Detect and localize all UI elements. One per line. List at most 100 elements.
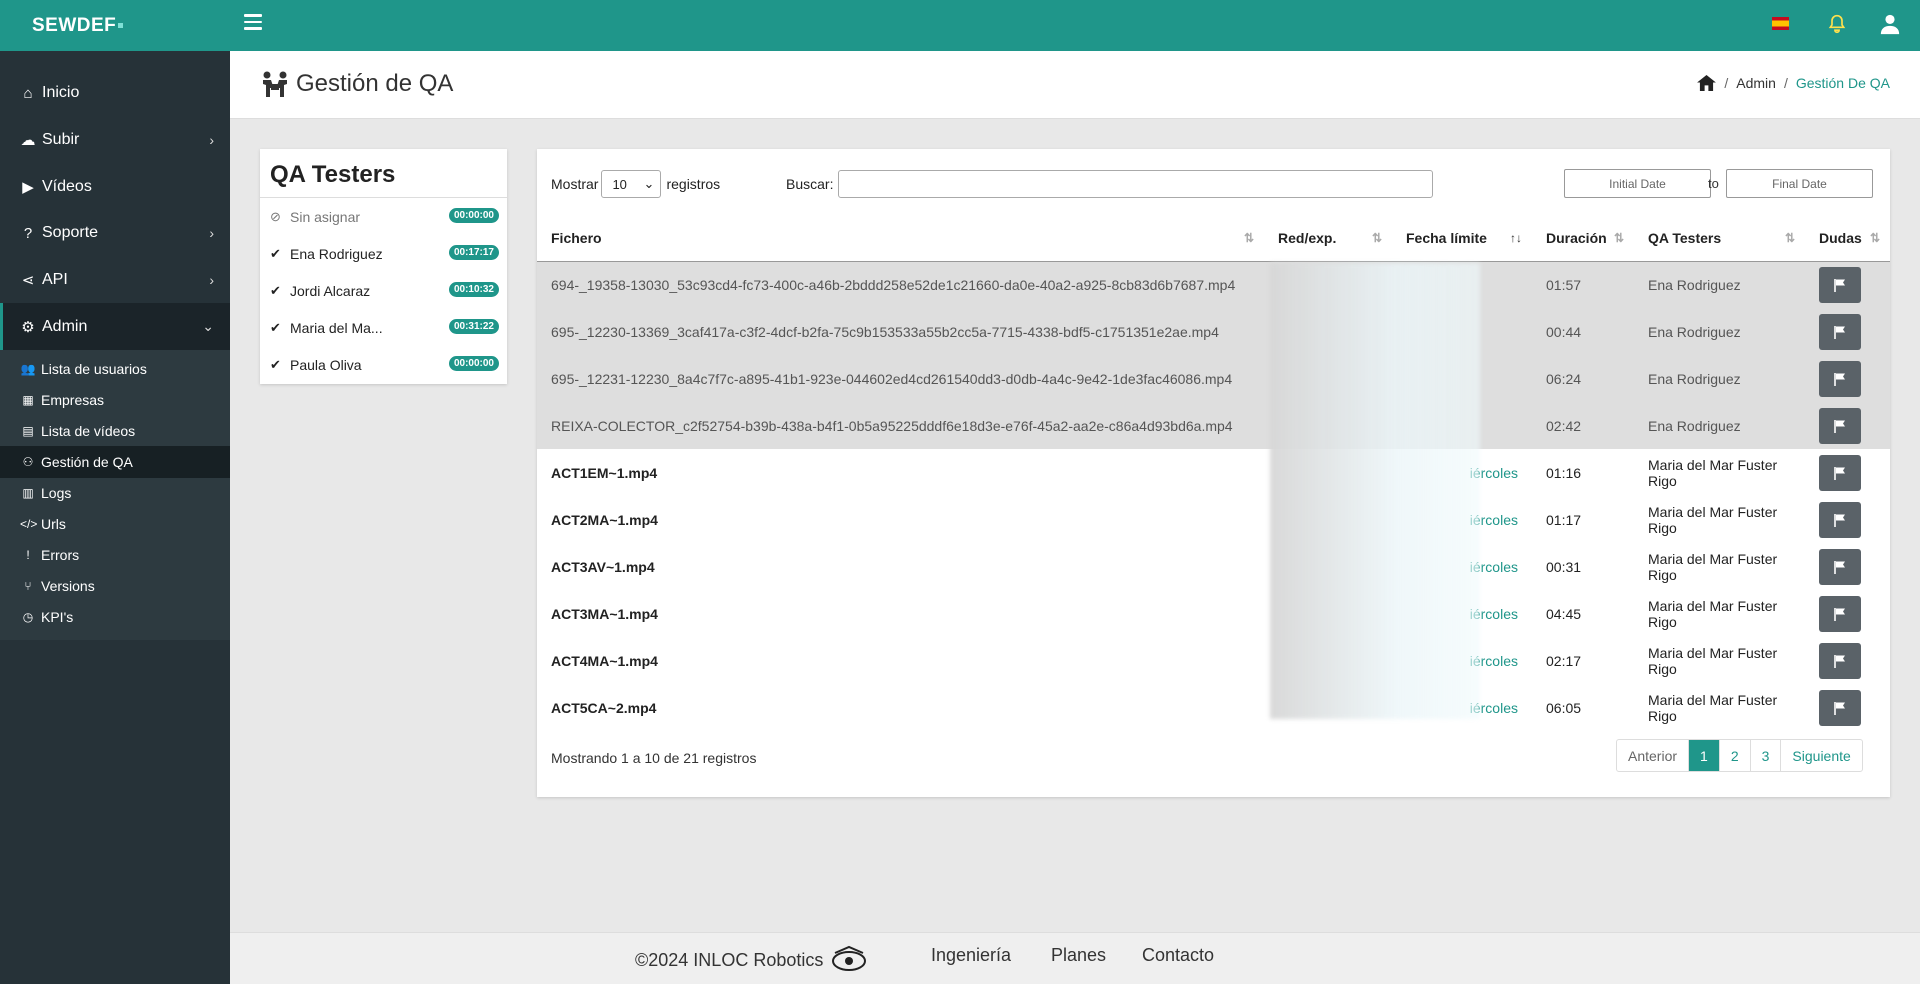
table-row[interactable]: ACT3MA~1.mp4 iércoles 04:45 Maria del Mar F… [537, 590, 1890, 637]
cell-duracion: 00:44 [1532, 308, 1634, 355]
column-header-fichero[interactable]: Fichero ⇅ [537, 215, 1264, 262]
final-date-input[interactable]: Final Date [1726, 169, 1873, 198]
sidebar-item-api[interactable]: ⋖ API › [0, 257, 230, 304]
doubt-flag-button[interactable] [1819, 266, 1861, 303]
cell-dudas [1805, 261, 1890, 308]
table-row[interactable]: ACT1EM~1.mp4 iércoles 01:16 Maria del Mar F… [537, 449, 1890, 496]
cell-duracion: 04:45 [1546, 605, 1582, 622]
table-row[interactable]: 695-_12231-12230_8a4c7f7c-a895-41b1-923e… [537, 355, 1890, 402]
qa-tester-item[interactable]: ✔ Maria del Ma... 00:31:22 [260, 309, 507, 346]
cell-duracion: 02:17 [1546, 652, 1582, 669]
breadcrumb-admin[interactable]: Admin [1736, 75, 1776, 91]
qa-tester-item[interactable]: ⊘ Sin asignar 00:00:00 [260, 198, 507, 235]
table-row[interactable]: REIXA-COLECTOR_c2f52754-b39b-438a-b4f1-0… [537, 402, 1890, 449]
footer-link-planes[interactable]: Planes [1051, 945, 1106, 966]
home-icon[interactable] [1697, 75, 1717, 91]
pagination-page-1[interactable]: 1 [1689, 740, 1720, 771]
cell-duracion: 01:16 [1546, 464, 1582, 481]
cell-duracion: 00:31 [1546, 558, 1582, 575]
sidebar-item-videos[interactable]: ▶ Vídeos [0, 163, 230, 210]
footer-link-ingenieria[interactable]: Ingeniería [931, 945, 1011, 966]
sidebar-item-admin[interactable]: ⚙ Admin ⌄ [0, 303, 230, 351]
cell-qa-tester: Maria del Mar Fuster Rigo [1648, 550, 1778, 583]
cell-fichero: 695-_12231-12230_8a4c7f7c-a895-41b1-923e… [537, 355, 1264, 402]
pagination-page-3[interactable]: 3 [1751, 740, 1782, 771]
spain-flag-icon[interactable] [1772, 17, 1789, 30]
page-size-control: Mostrar 10 ⌄ registros [551, 170, 720, 198]
subnav-item-lista-videos[interactable]: ▤ Lista de vídeos [0, 415, 230, 446]
chevron-right-icon: › [209, 225, 214, 242]
table-row[interactable]: ACT5CA~2.mp4 iércoles 06:05 Maria del Mar F… [537, 684, 1890, 731]
table-row[interactable]: ACT2MA~1.mp4 iércoles 01:17 Maria del Mar F… [537, 496, 1890, 543]
pagination: Anterior 1 2 3 Siguiente [1616, 739, 1863, 772]
table-row[interactable]: 695-_12230-13369_3caf417a-c3f2-4dcf-b2fa… [537, 308, 1890, 355]
page-size-select[interactable]: 10 ⌄ [601, 170, 662, 198]
subnav-item-usuarios[interactable]: 👥 Lista de usuarios [0, 353, 230, 384]
show-label: Mostrar [551, 176, 599, 192]
flag-icon [1834, 607, 1845, 621]
column-header-red-exp[interactable]: Red/exp. ⇅ [1264, 215, 1392, 262]
flag-icon [1834, 372, 1845, 386]
sort-icon: ⇅ [1243, 231, 1254, 245]
doubt-flag-button[interactable] [1819, 501, 1861, 538]
cell-qa-tester: Maria del Mar Fuster Rigo [1648, 691, 1778, 724]
doubt-flag-button[interactable] [1819, 548, 1861, 585]
table-row[interactable]: ACT4MA~1.mp4 iércoles 02:17 Maria del Mar F… [537, 637, 1890, 684]
subnav-item-versions[interactable]: ⑂ Versions [0, 571, 230, 602]
table-row[interactable]: ACT3AV~1.mp4 iércoles 00:31 Maria del Mar F… [537, 543, 1890, 590]
initial-date-input[interactable]: Initial Date [1564, 169, 1711, 198]
column-header-label: Fecha límite [1406, 229, 1487, 246]
qa-tester-name: Jordi Alcaraz [290, 282, 371, 299]
clock-icon: ◷ [22, 610, 34, 625]
doubt-flag-button[interactable] [1819, 360, 1861, 397]
subnav-item-label: Lista de vídeos [41, 422, 136, 439]
subnav-item-gestion-qa[interactable]: ⚇ Gestión de QA [0, 446, 230, 478]
sidebar-item-subir[interactable]: ☁ Subir › [0, 117, 230, 164]
doubt-flag-button[interactable] [1819, 407, 1861, 444]
table-info: Mostrando 1 a 10 de 21 registros [551, 750, 757, 766]
user-icon[interactable] [1879, 13, 1901, 35]
subnav-item-kpis[interactable]: ◷ KPI's [0, 602, 230, 633]
qa-tester-name: Maria del Ma... [290, 319, 383, 336]
breadcrumb-current: Gestión De QA [1795, 75, 1890, 91]
breadcrumb: / Admin / Gestión De QA [1697, 75, 1890, 91]
column-header-fecha-limite[interactable]: Fecha límite ↑↓ [1392, 215, 1532, 262]
subnav-item-empresas[interactable]: ▦ Empresas [0, 384, 230, 415]
qa-tester-item[interactable]: ✔ Jordi Alcaraz 00:10:32 [260, 272, 507, 309]
subnav-item-errors[interactable]: ! Errors [0, 540, 230, 571]
sidebar-item-soporte[interactable]: ? Soporte › [0, 210, 230, 257]
qa-tester-item[interactable]: ✔ Paula Oliva 00:00:00 [260, 346, 507, 383]
cell-dudas [1805, 496, 1890, 543]
flag-icon [1834, 701, 1845, 715]
sidebar-item-inicio[interactable]: ⌂ Inicio [0, 70, 230, 117]
chevron-down-icon: ⌄ [202, 318, 214, 335]
subnav-item-urls[interactable]: </> Urls [0, 509, 230, 540]
pagination-page-2[interactable]: 2 [1720, 740, 1751, 771]
pagination-prev[interactable]: Anterior [1617, 740, 1690, 771]
subnav-item-label: Urls [41, 516, 66, 533]
column-header-qa-testers[interactable]: QA Testers ⇅ [1634, 215, 1805, 262]
sidebar-item-label: Soporte [42, 224, 99, 242]
subnav-item-logs[interactable]: ▥ Logs [0, 478, 230, 509]
table-row[interactable]: 694-_19358-13030_53c93cd4-fc73-400c-a46b… [537, 261, 1890, 308]
doubt-flag-button[interactable] [1819, 642, 1861, 679]
page-title: Gestión de QA [260, 70, 453, 98]
footer-link-contacto[interactable]: Contacto [1142, 945, 1214, 966]
bell-icon[interactable] [1827, 13, 1847, 35]
column-header-duracion[interactable]: Duración ⇅ [1532, 215, 1634, 262]
qa-testers-title: QA Testers [260, 149, 507, 198]
doubt-flag-button[interactable] [1819, 313, 1861, 350]
doubt-flag-button[interactable] [1819, 689, 1861, 726]
doubt-flag-button[interactable] [1819, 595, 1861, 632]
footer: ©2024 INLOC Robotics Ingeniería Planes C… [230, 932, 1920, 984]
breadcrumb-separator: / [1724, 75, 1729, 91]
column-header-dudas[interactable]: Dudas ⇅ [1805, 215, 1890, 262]
menu-toggle-icon[interactable] [244, 14, 262, 32]
doubt-flag-button[interactable] [1819, 454, 1861, 491]
qa-tester-item[interactable]: ✔ Ena Rodriguez 00:17:17 [260, 235, 507, 272]
redacted-area [1270, 263, 1480, 719]
cell-duracion: 06:05 [1546, 699, 1582, 716]
brand-logo[interactable]: SEWDEF [0, 0, 230, 51]
search-input[interactable] [838, 170, 1433, 198]
pagination-next[interactable]: Siguiente [1781, 740, 1861, 771]
